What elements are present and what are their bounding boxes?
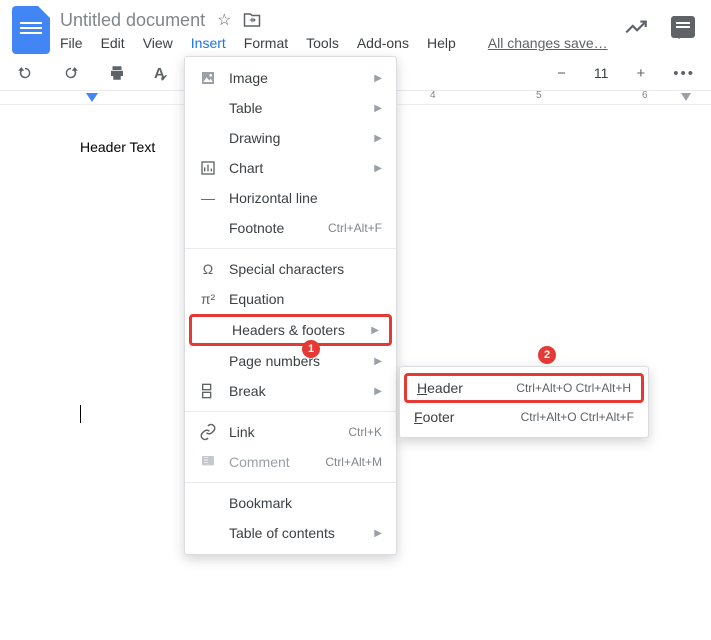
menu-insert[interactable]: Insert <box>191 35 226 51</box>
menu-addons[interactable]: Add-ons <box>357 35 409 51</box>
submenu-arrow-icon: ▶ <box>374 386 382 397</box>
open-comments-icon[interactable] <box>671 16 695 38</box>
annotation-badge-1: 1 <box>302 340 320 358</box>
print-icon[interactable] <box>108 64 126 82</box>
hline-icon: — <box>199 189 217 207</box>
menu-separator <box>185 482 396 483</box>
menu-separator <box>185 248 396 249</box>
text-cursor <box>80 405 81 423</box>
star-icon[interactable]: ☆ <box>217 10 231 30</box>
submenu-arrow-icon: ▶ <box>374 133 382 144</box>
headers-footers-submenu: Header Ctrl+Alt+O Ctrl+Alt+H Footer Ctrl… <box>399 366 649 438</box>
submenu-arrow-icon: ▶ <box>374 528 382 539</box>
menu-separator <box>185 411 396 412</box>
docs-logo[interactable] <box>12 6 50 54</box>
font-size-decrease[interactable]: − <box>557 65 566 82</box>
menu-item-comment: Comment Ctrl+Alt+M <box>185 447 396 477</box>
more-tools-icon[interactable]: ••• <box>673 65 695 82</box>
menu-item-equation[interactable]: π² Equation <box>185 284 396 314</box>
submenu-arrow-icon: ▶ <box>374 163 382 174</box>
activity-icon[interactable] <box>623 14 649 40</box>
break-icon <box>199 382 217 400</box>
menu-bar: File Edit View Insert Format Tools Add-o… <box>60 35 608 51</box>
menu-item-drawing[interactable]: Drawing▶ <box>185 123 396 153</box>
document-title[interactable]: Untitled document <box>60 10 205 31</box>
menu-item-image[interactable]: Image▶ <box>185 63 396 93</box>
submenu-arrow-icon: ▶ <box>371 325 379 336</box>
move-icon[interactable] <box>243 11 261 29</box>
submenu-item-footer[interactable]: Footer Ctrl+Alt+O Ctrl+Alt+F <box>400 403 648 431</box>
undo-icon[interactable] <box>16 64 34 82</box>
menu-item-break[interactable]: Break▶ <box>185 376 396 406</box>
menu-item-table-of-contents[interactable]: Table of contents▶ <box>185 518 396 548</box>
menu-item-chart[interactable]: Chart▶ <box>185 153 396 183</box>
right-indent-marker[interactable] <box>681 93 691 101</box>
menu-item-special-characters[interactable]: Ω Special characters <box>185 254 396 284</box>
menu-edit[interactable]: Edit <box>101 35 125 51</box>
pi-icon: π² <box>199 290 217 308</box>
font-size-value[interactable]: 11 <box>594 65 609 81</box>
menu-item-table[interactable]: Table▶ <box>185 93 396 123</box>
menu-help[interactable]: Help <box>427 35 456 51</box>
annotation-badge-2: 2 <box>538 346 556 364</box>
redo-icon[interactable] <box>62 64 80 82</box>
image-icon <box>199 69 217 87</box>
left-indent-marker[interactable] <box>86 93 98 102</box>
omega-icon: Ω <box>199 260 217 278</box>
menu-view[interactable]: View <box>143 35 173 51</box>
menu-item-horizontal-line[interactable]: — Horizontal line <box>185 183 396 213</box>
menu-format[interactable]: Format <box>244 35 288 51</box>
menu-item-headers-footers[interactable]: Headers & footers▶ <box>189 314 392 346</box>
menu-file[interactable]: File <box>60 35 83 51</box>
comment-icon <box>199 453 217 471</box>
insert-menu: Image▶ Table▶ Drawing▶ Chart▶ — Horizont… <box>184 56 397 555</box>
menu-item-footnote[interactable]: Footnote Ctrl+Alt+F <box>185 213 396 243</box>
submenu-arrow-icon: ▶ <box>374 356 382 367</box>
submenu-arrow-icon: ▶ <box>374 103 382 114</box>
menu-item-page-numbers[interactable]: Page numbers▶ <box>185 346 396 376</box>
link-icon <box>199 423 217 441</box>
submenu-item-header[interactable]: Header Ctrl+Alt+O Ctrl+Alt+H <box>404 373 644 403</box>
spellcheck-icon[interactable]: A✔ <box>154 65 165 82</box>
app-bar: Untitled document ☆ File Edit View Inser… <box>0 0 711 54</box>
submenu-arrow-icon: ▶ <box>374 73 382 84</box>
menu-tools[interactable]: Tools <box>306 35 339 51</box>
save-status[interactable]: All changes save… <box>488 35 608 51</box>
chart-icon <box>199 159 217 177</box>
font-size-increase[interactable]: + <box>636 65 645 82</box>
menu-item-link[interactable]: Link Ctrl+K <box>185 417 396 447</box>
menu-item-bookmark[interactable]: Bookmark <box>185 488 396 518</box>
